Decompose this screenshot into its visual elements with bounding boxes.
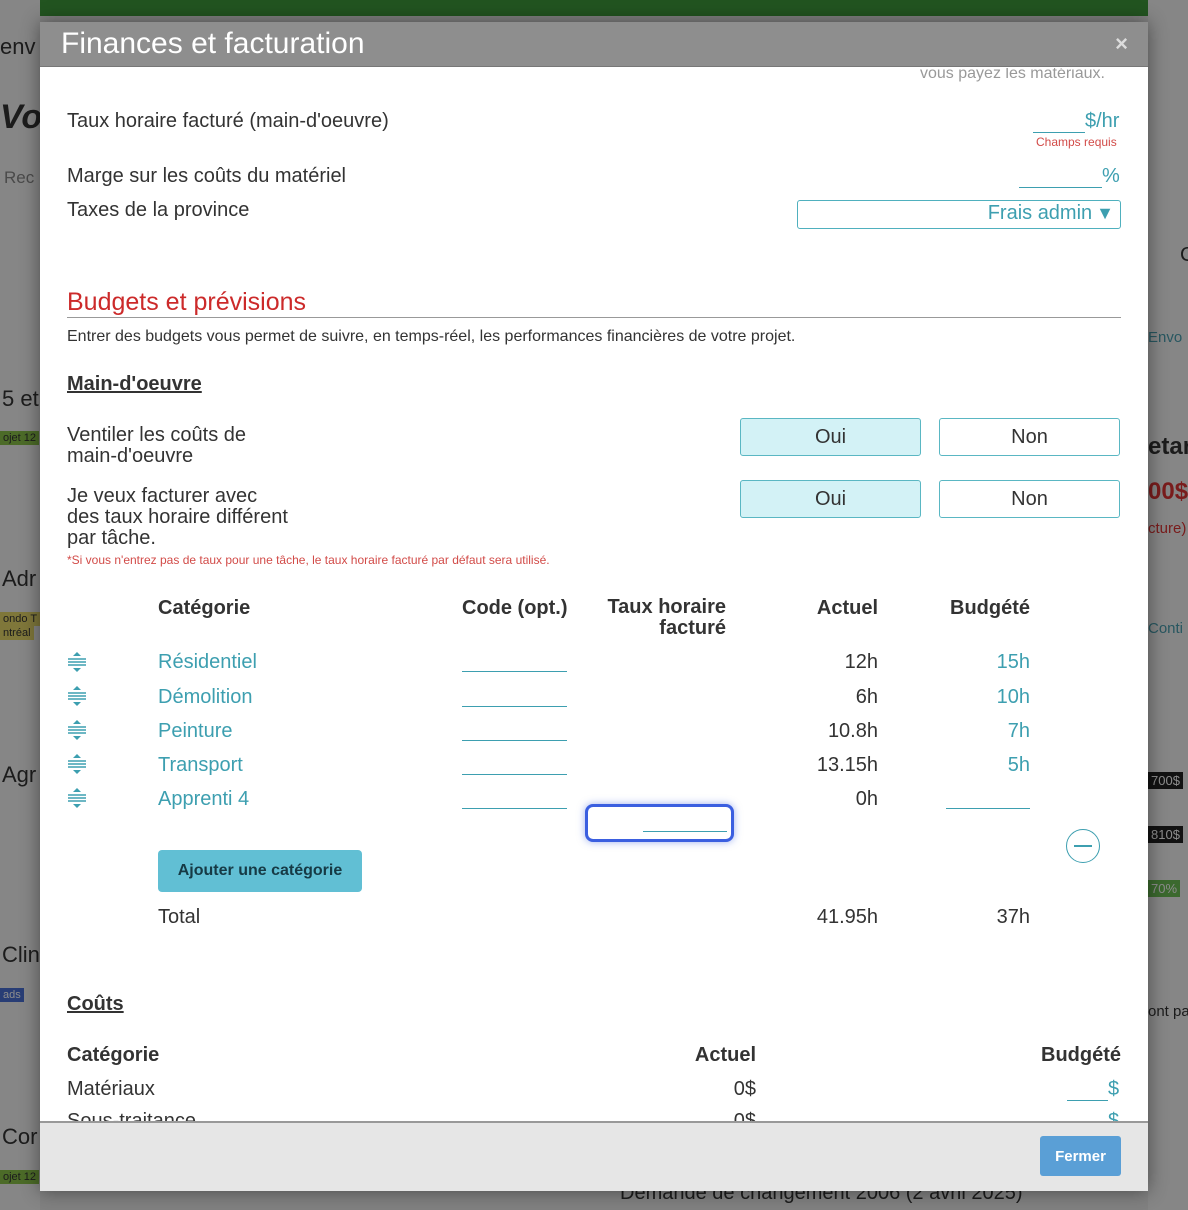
col-header-actual: Actuel — [816, 597, 878, 619]
rate-input-underline — [643, 831, 727, 832]
col-header-code: Code (opt.) — [462, 597, 568, 619]
col-header-category: Catégorie — [158, 597, 251, 619]
labor-category-name[interactable]: Peinture — [158, 720, 233, 743]
budgets-title: Budgets et prévisions — [67, 288, 307, 316]
province-taxes-select[interactable]: Frais admin ▼ — [797, 200, 1121, 229]
drag-handle-icon[interactable] — [66, 787, 88, 809]
percent-unit: % — [1102, 165, 1120, 187]
drag-handle-icon[interactable] — [66, 685, 88, 707]
per-task-note: *Si vous n'entrez pas de taux pour une t… — [67, 553, 550, 567]
cost-actual: 0$ — [733, 1110, 756, 1121]
hourly-rate-label: Taux horaire facturé (main-d'oeuvre) — [67, 110, 389, 132]
cost-budget-field[interactable]: $ — [1067, 1078, 1119, 1101]
per-task-label-line1: Je veux facturer avec — [67, 485, 258, 507]
actual-hours: 13.15h — [816, 754, 878, 776]
split-costs-no-button[interactable]: Non — [939, 418, 1120, 456]
hourly-rate-input[interactable] — [1033, 113, 1085, 133]
province-taxes-label: Taxes de la province — [67, 199, 250, 221]
actual-hours: 10.8h — [827, 720, 878, 742]
split-costs-yes-button[interactable]: Oui — [740, 418, 921, 456]
actual-hours: 6h — [855, 686, 878, 708]
cost-budget-unit: $ — [1108, 1110, 1120, 1121]
costs-col-actual: Actuel — [694, 1044, 756, 1066]
code-input[interactable] — [462, 808, 567, 809]
total-actual: 41.95h — [816, 906, 878, 928]
col-header-rate-line2: facturé — [659, 617, 726, 639]
split-costs-label-line1: Ventiler les coûts de — [67, 424, 246, 446]
per-task-rate-yes-button[interactable]: Oui — [740, 480, 921, 518]
split-costs-label: Ventiler les coûts de main-d'oeuvre — [67, 425, 246, 467]
cost-actual: 0$ — [733, 1078, 756, 1100]
close-button[interactable]: Fermer — [1040, 1136, 1121, 1176]
cost-budget-input[interactable] — [1067, 1113, 1108, 1121]
material-margin-label: Marge sur les coûts du matériel — [67, 165, 347, 187]
cost-budget-input[interactable] — [1067, 1081, 1108, 1101]
labor-category-name[interactable]: Résidentiel — [158, 651, 257, 674]
cost-budget-field[interactable]: $ — [1067, 1110, 1119, 1121]
actual-hours: 12h — [844, 651, 878, 673]
section-divider — [67, 317, 1121, 318]
total-budgeted: 37h — [996, 906, 1030, 928]
labor-title: Main-d'oeuvre — [67, 373, 202, 395]
required-hint: Champs requis — [1036, 135, 1117, 149]
code-input[interactable] — [462, 740, 567, 741]
finance-modal: Finances et facturation × vous payez les… — [40, 22, 1148, 1191]
budgets-description: Entrer des budgets vous permet de suivre… — [67, 328, 796, 345]
split-costs-label-line2: main-d'oeuvre — [67, 445, 194, 467]
labor-category-name[interactable]: Démolition — [158, 686, 252, 709]
col-header-rate: Taux horaire facturé — [585, 597, 726, 639]
province-taxes-selected: Frais admin — [987, 202, 1093, 224]
costs-col-budgeted: Budgété — [1041, 1044, 1121, 1066]
drag-handle-icon[interactable] — [66, 651, 88, 673]
dropdown-arrow-icon: ▼ — [1096, 203, 1114, 223]
drag-handle-icon[interactable] — [66, 719, 88, 741]
costs-col-category: Catégorie — [67, 1044, 160, 1066]
per-task-label-line3: par tâche. — [67, 527, 156, 549]
modal-title: Finances et facturation — [61, 27, 365, 60]
rate-input-focused[interactable] — [585, 804, 734, 842]
code-input[interactable] — [462, 671, 567, 672]
budgeted-hours[interactable]: 10h — [950, 686, 1030, 709]
col-header-budgeted: Budgété — [950, 597, 1030, 619]
code-input[interactable] — [462, 774, 567, 775]
remove-category-icon[interactable] — [1066, 829, 1100, 863]
per-task-rate-label: Je veux facturer avec des taux horaire d… — [67, 486, 288, 549]
drag-handle-icon[interactable] — [66, 753, 88, 775]
code-input[interactable] — [462, 706, 567, 707]
cost-category: Sous-traitance — [67, 1110, 196, 1121]
per-task-label-line2: des taux horaire différent — [67, 506, 288, 528]
budgeted-hours[interactable]: 15h — [950, 651, 1030, 674]
total-label: Total — [158, 906, 201, 928]
material-margin-input[interactable] — [1019, 168, 1102, 188]
budgeted-hours[interactable]: 5h — [950, 754, 1030, 777]
labor-category-name[interactable]: Apprenti 4 — [158, 788, 249, 811]
hourly-rate-field[interactable]: $/hr — [1033, 110, 1119, 133]
cost-budget-unit: $ — [1108, 1078, 1120, 1100]
col-header-rate-line1: Taux horaire — [607, 596, 726, 618]
labor-category-name[interactable]: Transport — [158, 754, 243, 777]
cost-category: Matériaux — [67, 1078, 155, 1100]
budgeted-hours-input[interactable] — [946, 808, 1030, 809]
close-icon[interactable]: × — [1115, 31, 1128, 57]
material-margin-field[interactable]: % — [1019, 165, 1120, 188]
actual-hours: 0h — [855, 788, 878, 810]
modal-body[interactable]: vous payez les matériaux. Taux horaire f… — [40, 68, 1148, 1121]
budgeted-hours[interactable]: 7h — [950, 720, 1030, 743]
modal-header: Finances et facturation × — [40, 22, 1148, 67]
add-category-button[interactable]: Ajouter une catégorie — [158, 850, 362, 892]
per-task-rate-no-button[interactable]: Non — [939, 480, 1120, 518]
costs-title: Coûts — [67, 993, 124, 1015]
clipped-text: vous payez les matériaux. — [920, 68, 1105, 82]
modal-footer: Fermer — [40, 1121, 1148, 1191]
hourly-rate-unit: $/hr — [1085, 110, 1120, 132]
